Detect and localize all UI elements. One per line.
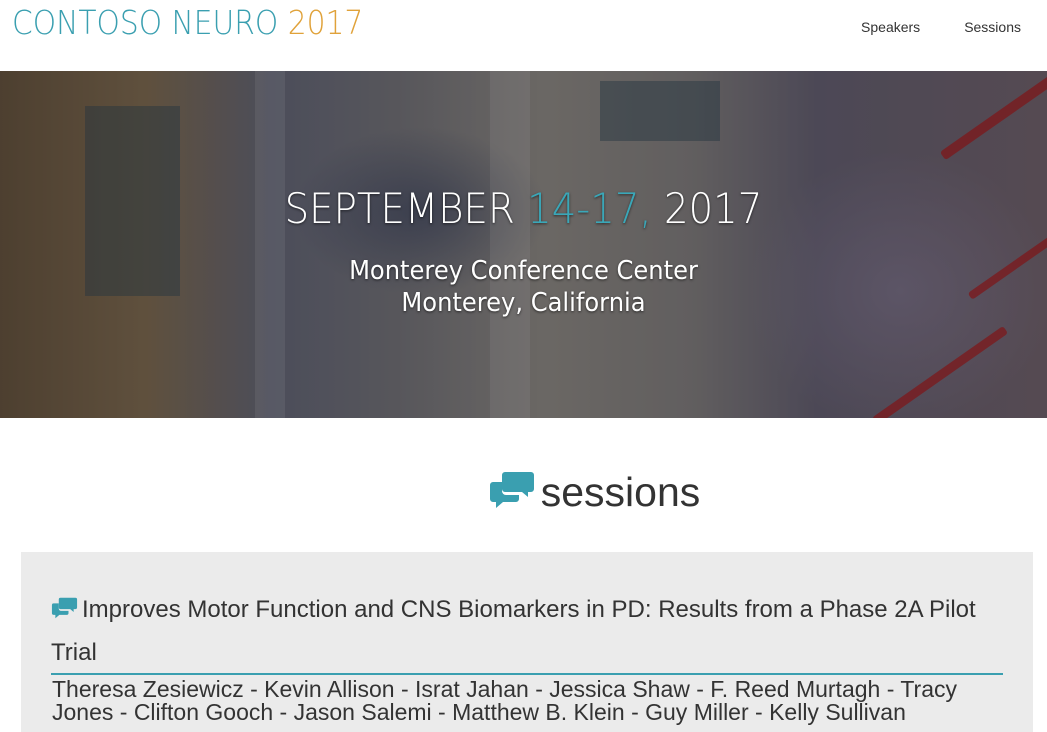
brand-year: 2017 [287,3,364,42]
speech-bubbles-icon [489,469,535,516]
site-logo[interactable]: CONTOSO NEURO 2017 [12,4,363,42]
site-header: CONTOSO NEURO 2017 Speakers Sessions [0,0,1047,71]
session-title[interactable]: Improves Motor Function and CNS Biomarke… [51,590,1003,675]
session-title-text: Improves Motor Function and CNS Biomarke… [51,596,976,666]
venue-city: Monterey, California [401,288,646,318]
event-date-days: 14-17, [527,184,652,233]
sessions-heading: sessions [0,466,1047,518]
hero-banner: SEPTEMBER 14-17, 2017 Monterey Conferenc… [0,71,1047,418]
session-card: Improves Motor Function and CNS Biomarke… [21,552,1033,732]
venue-name: Monterey Conference Center [349,256,698,286]
nav-sessions-link[interactable]: Sessions [964,19,1021,35]
brand-name: CONTOSO NEURO [12,3,279,42]
main-nav: Speakers Sessions [861,19,1021,35]
speech-bubbles-icon [51,593,78,633]
sessions-heading-label: sessions [540,469,701,515]
nav-speakers-link[interactable]: Speakers [861,19,920,35]
event-venue: Monterey Conference Center Monterey, Cal… [37,255,1011,319]
event-date: SEPTEMBER 14-17, 2017 [284,184,763,233]
session-authors: Theresa Zesiewicz - Kevin Allison - Isra… [52,676,957,725]
